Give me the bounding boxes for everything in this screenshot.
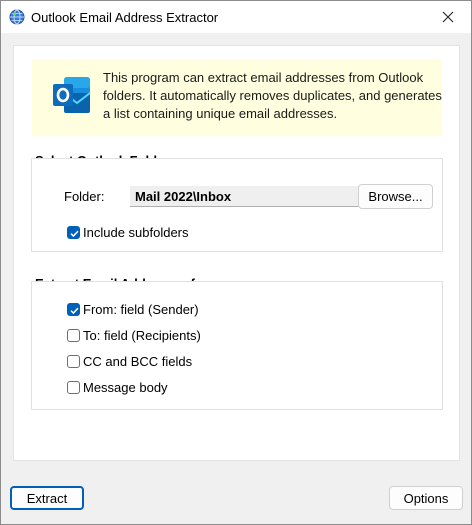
checkmark-icon bbox=[70, 230, 79, 238]
to-field-checkbox[interactable] bbox=[67, 329, 80, 342]
include-subfolders-label[interactable]: Include subfolders bbox=[83, 225, 189, 240]
folder-label: Folder: bbox=[64, 189, 105, 204]
info-banner: This program can extract email addresses… bbox=[32, 59, 442, 136]
include-subfolders-checkbox[interactable] bbox=[67, 226, 80, 239]
close-button[interactable] bbox=[425, 1, 471, 33]
message-body-checkbox[interactable] bbox=[67, 381, 80, 394]
extract-group: From: field (Sender) To: field (Recipien… bbox=[31, 281, 443, 410]
from-field-label[interactable]: From: field (Sender) bbox=[83, 302, 199, 317]
info-text: This program can extract email addresses… bbox=[103, 70, 442, 121]
browse-button[interactable]: Browse... bbox=[358, 184, 433, 209]
checkmark-icon bbox=[70, 307, 79, 315]
outlook-icon bbox=[53, 77, 91, 113]
window-title: Outlook Email Address Extractor bbox=[31, 10, 219, 25]
to-field-label[interactable]: To: field (Recipients) bbox=[83, 328, 201, 343]
options-button[interactable]: Options bbox=[389, 486, 463, 510]
title-bar: Outlook Email Address Extractor bbox=[1, 1, 471, 33]
from-field-checkbox[interactable] bbox=[67, 303, 80, 316]
main-window: Outlook Email Address Extractor This pro… bbox=[0, 0, 472, 525]
close-icon bbox=[442, 11, 454, 23]
folder-group: Folder: Mail 2022\Inbox Browse... Includ… bbox=[31, 158, 443, 252]
app-globe-icon bbox=[9, 9, 25, 25]
cc-bcc-checkbox[interactable] bbox=[67, 355, 80, 368]
message-body-label[interactable]: Message body bbox=[83, 380, 168, 395]
content-panel: This program can extract email addresses… bbox=[13, 45, 460, 461]
extract-button[interactable]: Extract bbox=[10, 486, 84, 510]
cc-bcc-label[interactable]: CC and BCC fields bbox=[83, 354, 192, 369]
folder-path-field[interactable]: Mail 2022\Inbox bbox=[130, 186, 370, 207]
